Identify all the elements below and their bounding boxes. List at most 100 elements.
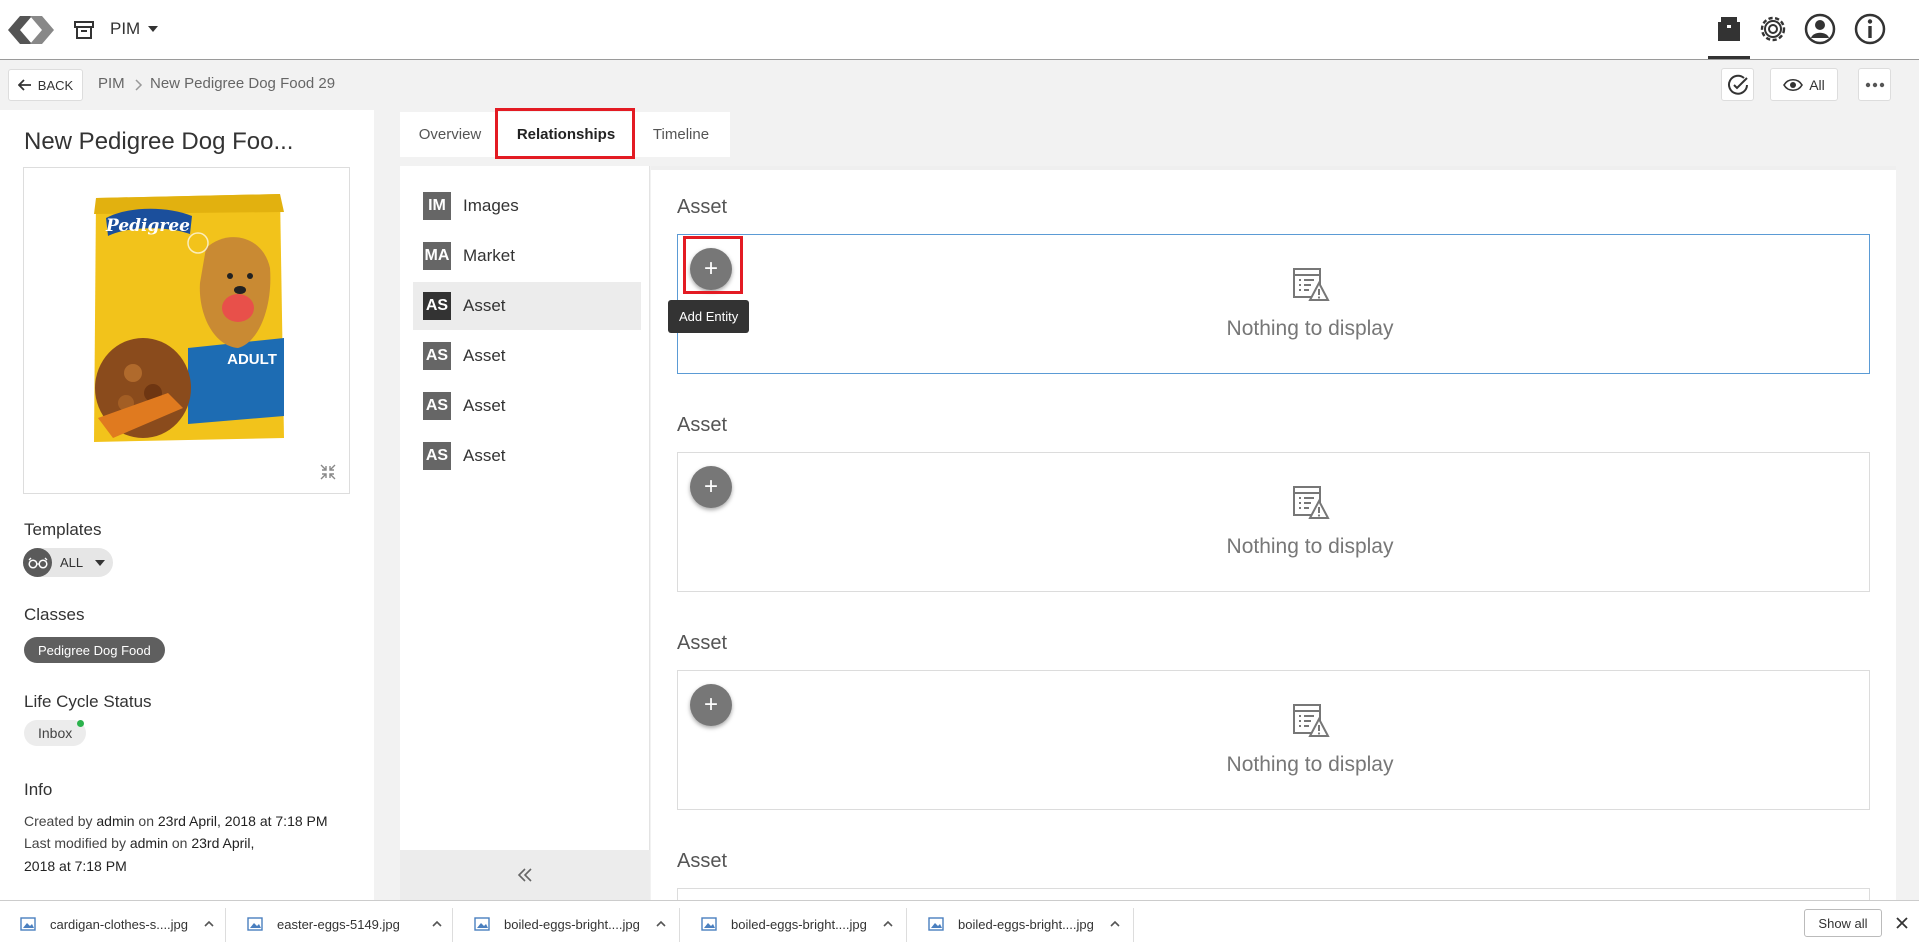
relationship-label: Market	[463, 246, 515, 265]
download-filename: boiled-eggs-bright....jpg	[731, 916, 867, 932]
classes-label: Classes	[24, 605, 85, 624]
product-image-brand-text: Pedigree	[105, 216, 190, 236]
no-data-icon	[1293, 486, 1330, 519]
image-file-icon	[928, 917, 944, 931]
empty-state-text: Nothing to display	[1226, 535, 1394, 558]
back-label: BACK	[37, 77, 74, 93]
relationship-item-asset-2[interactable]: AS Asset	[413, 332, 641, 380]
breadcrumb-root[interactable]: PIM	[98, 75, 125, 92]
relationship-label: Asset	[463, 296, 506, 315]
download-item[interactable]: boiled-eggs-bright....jpg	[928, 910, 1122, 938]
relationship-label: Images	[463, 196, 519, 215]
relationship-label: Asset	[463, 396, 506, 415]
relationship-badge: AS	[423, 342, 451, 370]
add-entity-button[interactable]: +	[690, 248, 732, 290]
modified-by-user: admin	[129, 835, 168, 851]
workspace-icon[interactable]	[1711, 11, 1747, 47]
user-icon[interactable]	[1802, 11, 1838, 47]
image-file-icon	[474, 917, 490, 931]
download-item[interactable]: boiled-eggs-bright....jpg	[474, 910, 668, 938]
download-separator	[1133, 908, 1134, 942]
templates-label: Templates	[24, 520, 102, 539]
logo-icon[interactable]	[6, 10, 56, 50]
arrow-left-icon	[17, 79, 31, 91]
created-by-user: admin	[96, 813, 135, 829]
add-entity-button[interactable]: +	[690, 684, 732, 726]
caret-down-icon	[95, 559, 106, 566]
image-file-icon	[247, 917, 263, 931]
checklist-button[interactable]	[1721, 68, 1754, 101]
add-entity-button[interactable]: +	[690, 466, 732, 508]
download-filename: boiled-eggs-bright....jpg	[958, 916, 1094, 932]
relationship-item-market[interactable]: MA Market	[413, 232, 641, 280]
empty-state-text: Nothing to display	[1226, 753, 1394, 776]
view-filter-label: All	[1809, 76, 1825, 93]
no-data-icon	[1293, 704, 1330, 737]
class-chip[interactable]: Pedigree Dog Food	[24, 637, 165, 663]
product-image: ADULT Pedigree	[94, 194, 284, 442]
modified-by-prefix: Last modified by	[24, 835, 126, 851]
more-options-button[interactable]	[1858, 68, 1891, 101]
info-icon[interactable]	[1852, 11, 1888, 47]
relationship-item-asset-3[interactable]: AS Asset	[413, 382, 641, 430]
chevron-up-icon[interactable]	[654, 917, 668, 931]
download-filename: cardigan-clothes-s....jpg	[50, 916, 189, 932]
download-item[interactable]: easter-eggs-5149.jpg	[247, 910, 444, 938]
no-data-icon	[1293, 268, 1330, 301]
top-bar: PIM	[0, 0, 1919, 60]
relationship-label: Asset	[463, 346, 506, 365]
chevron-up-icon[interactable]	[1108, 917, 1122, 931]
app-name[interactable]: PIM	[110, 19, 140, 39]
download-filename: boiled-eggs-bright....jpg	[504, 916, 640, 932]
lifecycle-status-label: Life Cycle Status	[24, 692, 152, 711]
collapse-image-icon[interactable]	[319, 463, 337, 481]
chevron-up-icon[interactable]	[202, 917, 216, 931]
product-image-variant-text: ADULT	[227, 351, 277, 368]
modified-info: Last modified by admin on 23rd April,	[24, 832, 254, 854]
asset-grid	[677, 234, 1870, 374]
section-title: Asset	[677, 850, 728, 872]
relationship-badge: AS	[423, 392, 451, 420]
collapse-panel-button[interactable]	[400, 850, 650, 900]
show-all-downloads-button[interactable]: Show all	[1804, 909, 1882, 937]
close-icon[interactable]	[1892, 913, 1912, 933]
relationship-item-images[interactable]: IM Images	[413, 182, 641, 230]
download-item[interactable]: cardigan-clothes-s....jpg	[20, 910, 216, 938]
section-title: Asset	[677, 414, 728, 436]
empty-state-text: Nothing to display	[1226, 317, 1394, 340]
archive-icon	[74, 21, 94, 39]
eye-icon	[1783, 78, 1804, 91]
relationship-badge: MA	[423, 242, 451, 270]
modified-info-cont: 2018 at 7:18 PM	[24, 855, 127, 877]
created-on-prefix: on	[138, 813, 154, 829]
created-on-date: 23rd April, 2018 at 7:18 PM	[157, 813, 328, 829]
tab-timeline[interactable]: Timeline	[632, 112, 730, 157]
created-info: Created by admin on 23rd April, 2018 at …	[24, 810, 328, 832]
relationship-item-asset-4[interactable]: AS Asset	[413, 432, 641, 480]
download-separator	[452, 908, 453, 942]
download-separator	[679, 908, 680, 942]
caret-down-icon[interactable]	[148, 26, 158, 32]
template-value: ALL	[60, 555, 84, 570]
checklist-icon	[1727, 74, 1748, 95]
chevron-up-icon[interactable]	[430, 917, 444, 931]
download-item[interactable]: boiled-eggs-bright....jpg	[701, 910, 895, 938]
view-filter-button[interactable]: All	[1770, 68, 1838, 101]
tab-relationships[interactable]: Relationships	[500, 112, 632, 157]
asset-grid	[677, 888, 1870, 900]
back-button[interactable]: BACK	[8, 69, 83, 101]
template-selector[interactable]: ALL	[23, 548, 113, 577]
breadcrumb-separator-icon	[135, 79, 143, 91]
modified-on-date-part1: 23rd April,	[191, 835, 255, 851]
download-separator	[906, 908, 907, 942]
entity-image-frame: ADULT Pedigree	[23, 167, 350, 494]
add-entity-tooltip: Add Entity	[668, 300, 750, 333]
chevron-up-icon[interactable]	[881, 917, 895, 931]
gear-icon[interactable]	[1755, 11, 1791, 47]
entity-title: New Pedigree Dog Foo...	[24, 128, 294, 155]
relationship-badge: AS	[423, 292, 451, 320]
relationship-label: Asset	[463, 446, 506, 465]
relationship-item-asset-1[interactable]: AS Asset	[413, 282, 641, 330]
content-divider	[651, 166, 1896, 170]
tab-overview[interactable]: Overview	[400, 112, 500, 157]
